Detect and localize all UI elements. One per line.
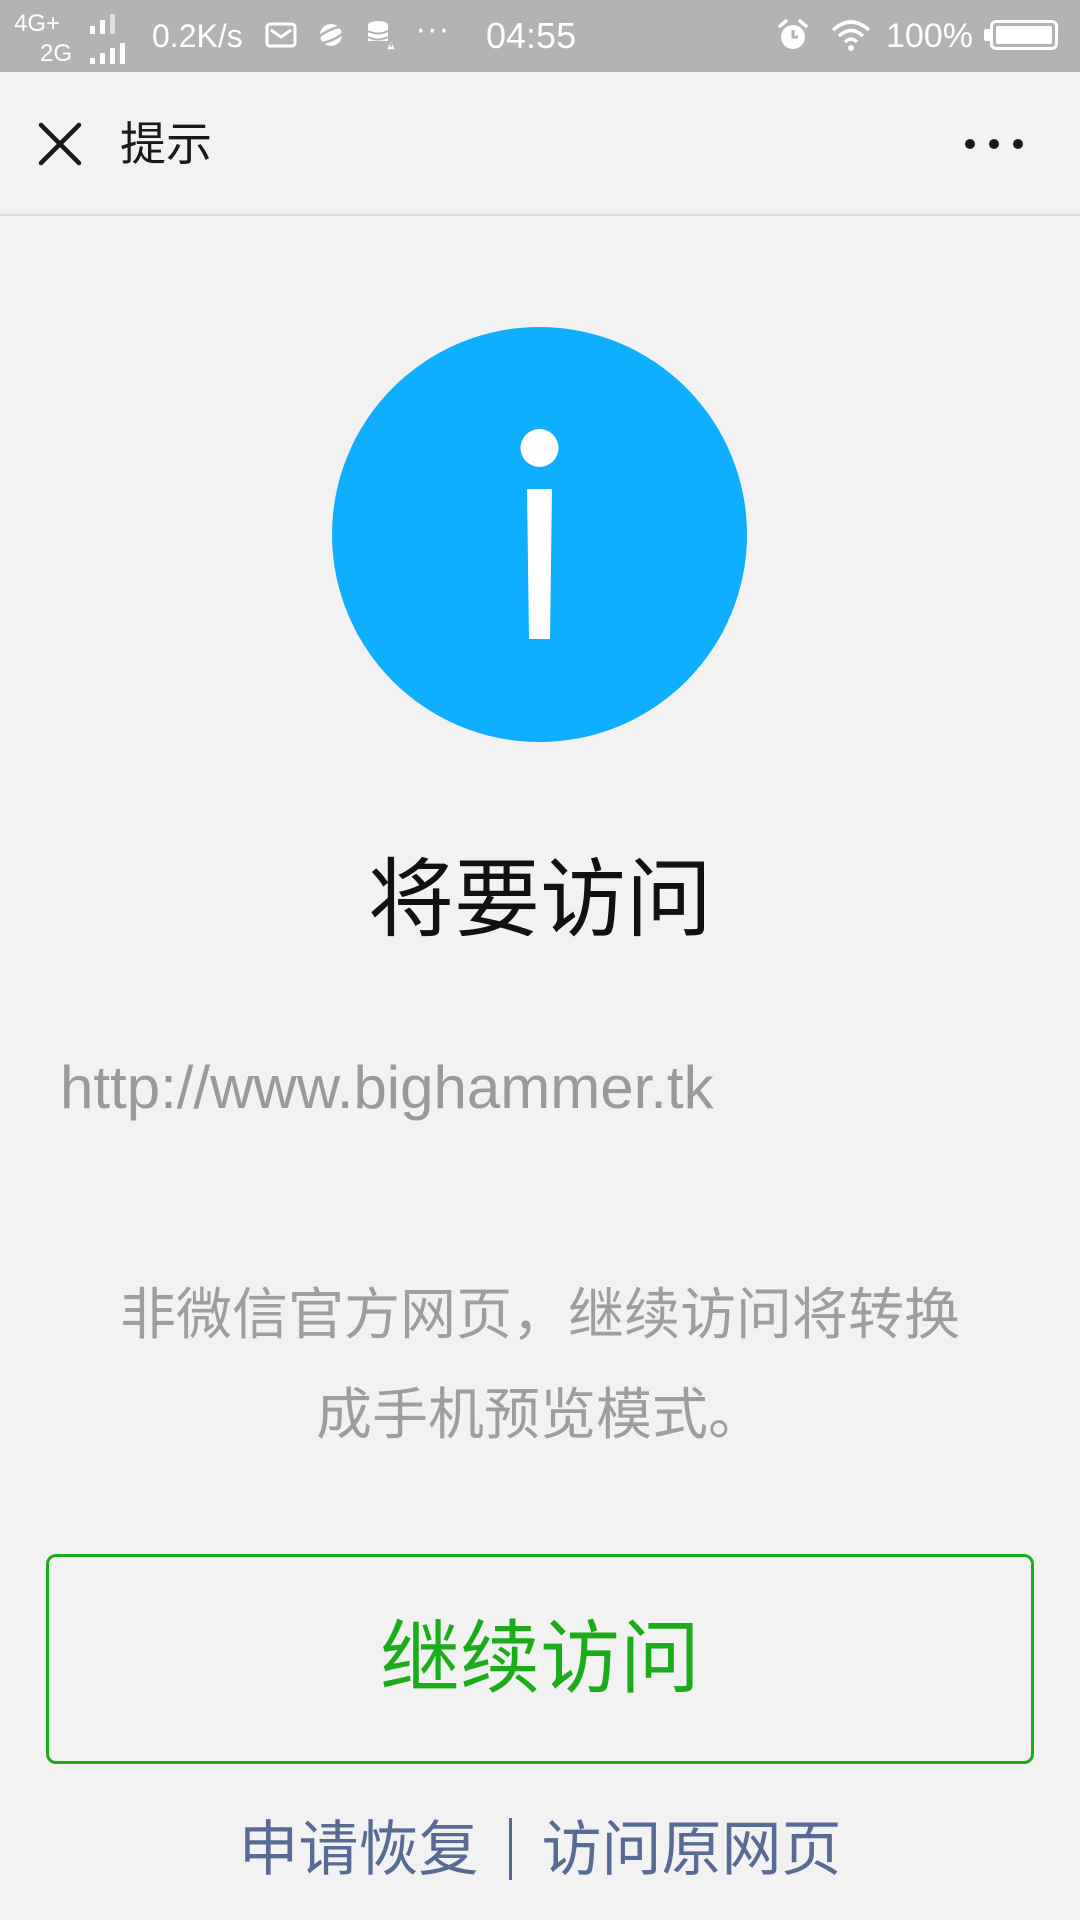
warning-message: 非微信官方网页，继续访问将转换 成手机预览模式。 bbox=[60, 1266, 1020, 1466]
continue-visit-button[interactable]: 继续访问 bbox=[46, 1554, 1034, 1764]
clock: 04:55 bbox=[486, 15, 577, 56]
screen: 4G+ 2G 0.2K/s ··· 04:55 100% 提示 将要访问 htt… bbox=[0, 0, 1080, 1920]
signal-bars-icon bbox=[88, 42, 128, 64]
page-title: 提示 bbox=[120, 117, 212, 171]
title-bar: 提示 bbox=[0, 72, 1080, 216]
network-indicator: 4G+ 2G bbox=[14, 8, 134, 68]
more-notifications-indicator: ··· bbox=[416, 14, 451, 49]
visit-original-page-link[interactable]: 访问原网页 bbox=[542, 1815, 842, 1885]
apply-restore-link[interactable]: 申请恢复 bbox=[239, 1815, 479, 1885]
status-bar: 4G+ 2G 0.2K/s ··· 04:55 100% bbox=[0, 0, 1080, 72]
battery-percentage: 100% bbox=[886, 17, 973, 55]
mail-icon bbox=[265, 22, 297, 48]
close-icon[interactable] bbox=[22, 106, 98, 182]
footer-links: 申请恢复 访问原网页 bbox=[0, 1810, 1080, 1890]
page-heading: 将要访问 bbox=[368, 850, 712, 950]
planet-icon bbox=[315, 24, 347, 46]
alarm-icon bbox=[778, 19, 808, 49]
more-icon[interactable] bbox=[954, 116, 1034, 172]
warning-message-line: 成手机预览模式。 bbox=[316, 1383, 764, 1448]
info-icon bbox=[332, 327, 747, 742]
link-divider bbox=[508, 1818, 512, 1880]
signal-bars-icon bbox=[88, 12, 128, 34]
wifi-icon bbox=[831, 20, 871, 51]
warning-message-line: 非微信官方网页，继续访问将转换 bbox=[120, 1283, 960, 1348]
network-speed: 0.2K/s bbox=[152, 18, 243, 54]
target-url: http://www.bighammer.tk bbox=[60, 1054, 714, 1121]
network-primary-label: 4G+ bbox=[14, 10, 61, 37]
database-warning-icon bbox=[367, 21, 398, 51]
battery-icon bbox=[990, 20, 1058, 50]
network-secondary-label: 2G bbox=[40, 40, 73, 67]
battery-fill bbox=[996, 26, 1052, 44]
